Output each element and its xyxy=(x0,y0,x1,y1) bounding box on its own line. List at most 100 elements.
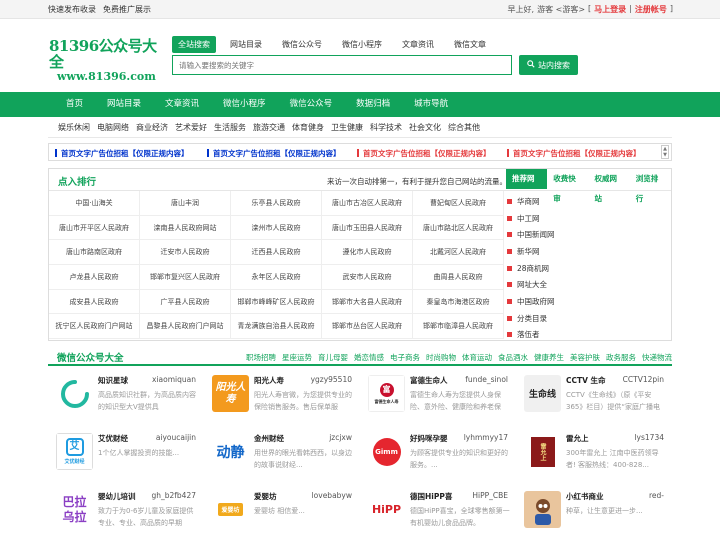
ranking-site-link[interactable]: 邯郸市临漳县人民政府 xyxy=(413,314,504,339)
wechat-category-tag[interactable]: 婚恋情感 xyxy=(354,352,384,363)
ranking-site-link[interactable]: 广平县人民政府 xyxy=(140,289,231,314)
search-input[interactable] xyxy=(172,55,512,75)
ranking-site-link[interactable]: 抚宁区人民政府门户网站 xyxy=(49,314,140,339)
wechat-account-card[interactable]: 巴拉乌拉 婴幼儿培训 gh_b2fb427 致力于为0-6岁儿童及家庭提供专业、专业、… xyxy=(48,488,204,538)
category-link[interactable]: 综合其他 xyxy=(448,122,480,133)
account-name[interactable]: 阳光人寿 xyxy=(254,375,284,386)
recommended-site-item[interactable]: 28商机网 xyxy=(507,260,555,277)
account-name[interactable]: 富德生命人 xyxy=(410,375,448,386)
category-link[interactable]: 科学技术 xyxy=(370,122,402,133)
ranking-site-link[interactable]: 邯郸市丛台区人民政府 xyxy=(322,314,413,339)
category-link[interactable]: 商业经济 xyxy=(136,122,168,133)
wechat-account-card[interactable]: 爱婴坊 爱婴坊 lovebabyw 爱婴坊 相信爱... xyxy=(204,488,360,538)
wechat-category-tag[interactable]: 政务服务 xyxy=(606,352,636,363)
text-ad[interactable]: 首页文字广告位招租【仅限正规内容】 xyxy=(357,148,491,159)
account-name[interactable]: 好妈咪孕婴 xyxy=(410,433,448,444)
account-name[interactable]: 婴幼儿培训 xyxy=(98,491,136,502)
ranking-site-link[interactable]: 青龙满族自治县人民政府 xyxy=(231,314,322,339)
ranking-site-link[interactable]: 唐山市古冶区人民政府 xyxy=(322,191,413,215)
account-name[interactable]: CCTV 生命 xyxy=(566,375,606,386)
ranking-site-link[interactable]: 永年区人民政府 xyxy=(231,265,322,289)
wechat-category-tag[interactable]: 育儿母婴 xyxy=(318,352,348,363)
category-link[interactable]: 社会文化 xyxy=(409,122,441,133)
search-tab-mini-program[interactable]: 微信小程序 xyxy=(336,36,388,53)
ranking-site-link[interactable]: 邯郸市峰峰矿区人民政府 xyxy=(231,289,322,314)
search-button[interactable]: 站内搜索 xyxy=(519,55,578,75)
search-tab-wechat-account[interactable]: 微信公众号 xyxy=(276,36,328,53)
recommended-site-item[interactable]: 中国政府网 xyxy=(507,293,555,310)
nav-home[interactable]: 首页 xyxy=(48,92,95,117)
wechat-category-tag[interactable]: 时尚购物 xyxy=(426,352,456,363)
wechat-category-tag[interactable]: 健康养生 xyxy=(534,352,564,363)
account-name[interactable]: 金州财经 xyxy=(254,433,284,444)
wechat-category-tag[interactable]: 快递物流 xyxy=(642,352,672,363)
site-logo[interactable]: 81396公众号大全 www.81396.com xyxy=(49,38,159,83)
account-name[interactable]: 雷允上 xyxy=(566,433,589,444)
account-name[interactable]: 小红书商业 xyxy=(566,491,604,502)
tab-recommended[interactable]: 推荐网站 xyxy=(506,169,548,203)
recommended-site-item[interactable]: 新华网 xyxy=(507,243,555,260)
ranking-site-link[interactable]: 滦南县人民政府网站 xyxy=(140,215,231,240)
wechat-account-card[interactable]: 生命线 CCTV 生命 CCTV12pin CCTV《生命线》（原《平安365》栏目）… xyxy=(516,372,672,422)
wechat-account-card[interactable]: 艾艾优财经 艾优财经 aiyoucaijin 1个亿人掌握投资的技能... xyxy=(48,430,204,480)
marquee-scroll-control[interactable]: ▲ ▼ xyxy=(661,145,669,159)
wechat-account-card[interactable]: 知识星球 xiaomiquan 高品质知识社群，为高品质内容的知识型大V提供具 xyxy=(48,372,204,422)
search-tab-wechat-articles[interactable]: 微信文章 xyxy=(448,36,492,53)
wechat-account-card[interactable]: 小红书商业 red- 种草，让生意更进一步... xyxy=(516,488,672,538)
nav-mini-programs[interactable]: 微信小程序 xyxy=(211,92,278,117)
recommended-site-item[interactable]: 华商网 xyxy=(507,193,555,210)
register-link[interactable]: 注册帐号 xyxy=(635,4,667,15)
category-link[interactable]: 电脑网络 xyxy=(97,122,129,133)
wechat-account-card[interactable]: HiPP 德国HiPP喜 HiPP_CBE 德国HiPP喜宝，全球零售额第一有机婴幼儿… xyxy=(360,488,516,538)
wechat-category-tag[interactable]: 星座运势 xyxy=(282,352,312,363)
ranking-site-link[interactable]: 唐山市路北区人民政府 xyxy=(413,215,504,240)
account-name[interactable]: 艾优财经 xyxy=(98,433,128,444)
ranking-site-link[interactable]: 昌黎县人民政府门户网站 xyxy=(140,314,231,339)
wechat-account-card[interactable]: 富富德生命人寿 富德生命人 funde_sinol 富德生命人寿为您提供人身保险、意外… xyxy=(360,372,516,422)
wechat-account-card[interactable]: 动静 金州财经 jzcjxw 用世界的眼光看韩西西，以身边的故事说财经... xyxy=(204,430,360,480)
recommended-site-item[interactable]: 中工网 xyxy=(507,210,555,227)
account-name[interactable]: 知识星球 xyxy=(98,375,128,386)
account-name[interactable]: 德国HiPP喜 xyxy=(410,491,452,502)
category-link[interactable]: 卫生健康 xyxy=(331,122,363,133)
ranking-site-link[interactable]: 遵化市人民政府 xyxy=(322,240,413,265)
recommended-site-item[interactable]: 网址大全 xyxy=(507,276,555,293)
ranking-site-link[interactable]: 滦州市人民政府 xyxy=(231,215,322,240)
category-link[interactable]: 艺术爱好 xyxy=(175,122,207,133)
nav-city[interactable]: 城市导航 xyxy=(402,92,460,117)
ranking-site-link[interactable]: 成安县人民政府 xyxy=(49,289,140,314)
ranking-site-link[interactable]: 中国·山海关 xyxy=(49,191,140,215)
recommended-site-item[interactable]: 分类目录 xyxy=(507,310,555,327)
tab-browse-rank[interactable]: 浏览排行 xyxy=(630,169,671,203)
wechat-account-card[interactable]: 雷允上 雷允上 lys1734 300年雷允上 江南中医药领导者! 客服热线：400-… xyxy=(516,430,672,480)
login-link[interactable]: 马上登录 xyxy=(594,4,626,15)
ranking-site-link[interactable]: 迁西县人民政府 xyxy=(231,240,322,265)
account-name[interactable]: 爱婴坊 xyxy=(254,491,277,502)
ranking-site-link[interactable]: 唐山市开平区人民政府 xyxy=(49,215,140,240)
category-link[interactable]: 旅游交通 xyxy=(253,122,285,133)
ranking-site-link[interactable]: 迁安市人民政府 xyxy=(140,240,231,265)
text-ad[interactable]: 首页文字广告位招租【仅限正规内容】 xyxy=(207,148,341,159)
ranking-site-link[interactable]: 曲周县人民政府 xyxy=(413,265,504,289)
ranking-site-link[interactable]: 武安市人民政府 xyxy=(322,265,413,289)
tab-paid-review[interactable]: 收费快审 xyxy=(547,169,588,203)
nav-wechat-accounts[interactable]: 微信公众号 xyxy=(278,92,345,117)
recommended-site-item[interactable]: 落伍者 xyxy=(507,327,555,344)
ranking-site-link[interactable]: 唐山市路南区政府 xyxy=(49,240,140,265)
category-link[interactable]: 娱乐休闲 xyxy=(58,122,90,133)
ranking-site-link[interactable]: 乐亭县人民政府 xyxy=(231,191,322,215)
category-link[interactable]: 生活服务 xyxy=(214,122,246,133)
text-ad[interactable]: 首页文字广告位招租【仅限正规内容】 xyxy=(55,148,189,159)
search-tab-articles[interactable]: 文章资讯 xyxy=(396,36,440,53)
ranking-site-link[interactable]: 唐山市玉田县人民政府 xyxy=(322,215,413,240)
ranking-site-link[interactable]: 邯郸市复兴区人民政府 xyxy=(140,265,231,289)
free-promo-link[interactable]: 免费推广展示 xyxy=(103,4,151,15)
wechat-category-tag[interactable]: 职场招聘 xyxy=(246,352,276,363)
wechat-account-card[interactable]: Gimm 好妈咪孕婴 lyhmmyy17 为顾客提供专业的知识和更好的服务。... xyxy=(360,430,516,480)
ranking-site-link[interactable]: 卢龙县人民政府 xyxy=(49,265,140,289)
text-ad[interactable]: 首页文字广告位招租【仅限正规内容】 xyxy=(507,148,641,159)
quick-submit-link[interactable]: 快速发布收录 xyxy=(48,4,96,15)
wechat-category-tag[interactable]: 美容护肤 xyxy=(570,352,600,363)
wechat-category-tag[interactable]: 体育运动 xyxy=(462,352,492,363)
ranking-site-link[interactable]: 曹妃甸区人民政府 xyxy=(413,191,504,215)
